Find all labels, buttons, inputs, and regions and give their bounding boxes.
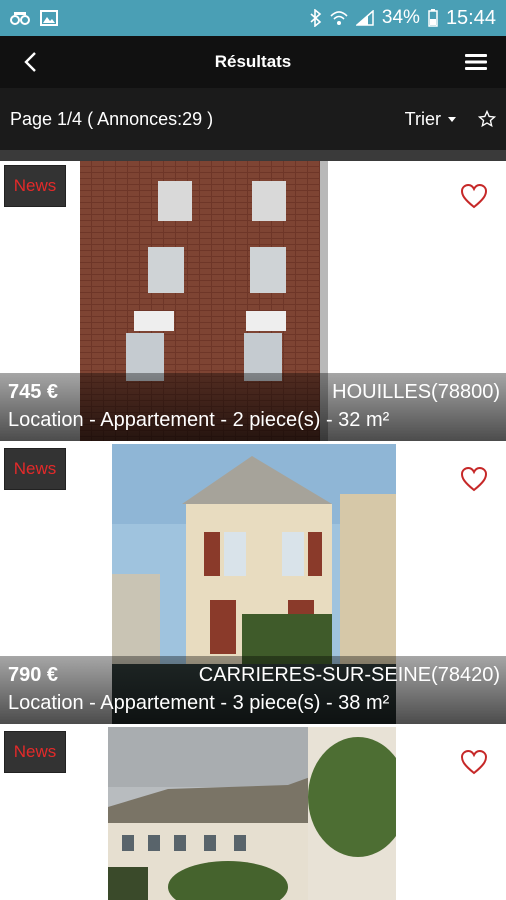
news-badge: News <box>4 731 66 773</box>
image-notification-icon <box>40 10 58 26</box>
wifi-icon <box>330 11 348 25</box>
back-button[interactable] <box>0 36 60 88</box>
status-right-icons: 34% 15:44 <box>310 7 496 30</box>
listing-description: Location - Appartement - 2 piece(s) - 32… <box>8 409 390 431</box>
favorite-button[interactable] <box>460 749 488 780</box>
listing-description: Location - Appartement - 3 piece(s) - 38… <box>8 692 390 714</box>
chevron-left-icon <box>24 52 36 72</box>
favorite-button[interactable] <box>460 183 488 214</box>
menu-button[interactable] <box>446 36 506 88</box>
listing-card[interactable]: News <box>0 727 506 900</box>
favorite-search-button[interactable] <box>456 110 496 128</box>
page-info: Page 1/4 ( Annonces:29 ) <box>10 108 214 129</box>
news-badge: News <box>4 165 66 207</box>
news-badge: News <box>4 448 66 490</box>
favorite-button[interactable] <box>460 466 488 497</box>
listing-info-overlay: 790 € CARRIERES-SUR-SEINE(78420) Locatio… <box>0 656 506 724</box>
bluetooth-icon <box>310 9 322 27</box>
battery-icon <box>428 9 438 27</box>
sort-label: Trier <box>404 108 441 129</box>
caret-down-icon <box>448 116 456 122</box>
results-toolbar: Page 1/4 ( Annonces:29 ) Trier <box>0 88 506 150</box>
listing-city: CARRIERES-SUR-SEINE(78420) <box>198 664 500 686</box>
hamburger-menu-icon <box>465 54 487 70</box>
listing-city: HOUILLES(78800) <box>332 381 500 403</box>
status-left-icons <box>10 10 58 26</box>
listing-price: 790 € <box>8 664 59 686</box>
battery-percent: 34% <box>381 7 420 28</box>
signal-icon <box>355 10 374 26</box>
status-bar: 34% 15:44 <box>0 0 506 36</box>
listing-card[interactable]: News 745 € HOUILLES(78800) Location - Ap… <box>0 161 506 441</box>
star-icon <box>478 110 496 128</box>
listing-info-overlay: 745 € HOUILLES(78800) Location - Apparte… <box>0 373 506 441</box>
listing-price: 745 € <box>8 381 59 403</box>
heart-outline-icon <box>460 183 488 209</box>
sort-button[interactable]: Trier <box>405 109 456 130</box>
previous-listing-edge <box>0 150 506 161</box>
listing-photo <box>108 727 396 900</box>
notification-app-icon <box>10 12 30 25</box>
page-title: Résultats <box>214 52 292 71</box>
heart-outline-icon <box>460 749 488 775</box>
app-bar: Résultats <box>0 36 506 88</box>
clock: 15:44 <box>445 6 496 29</box>
heart-outline-icon <box>460 466 488 492</box>
listing-card[interactable]: News 790 € CARRIERES-SUR-SEINE(78420) Lo… <box>0 444 506 724</box>
